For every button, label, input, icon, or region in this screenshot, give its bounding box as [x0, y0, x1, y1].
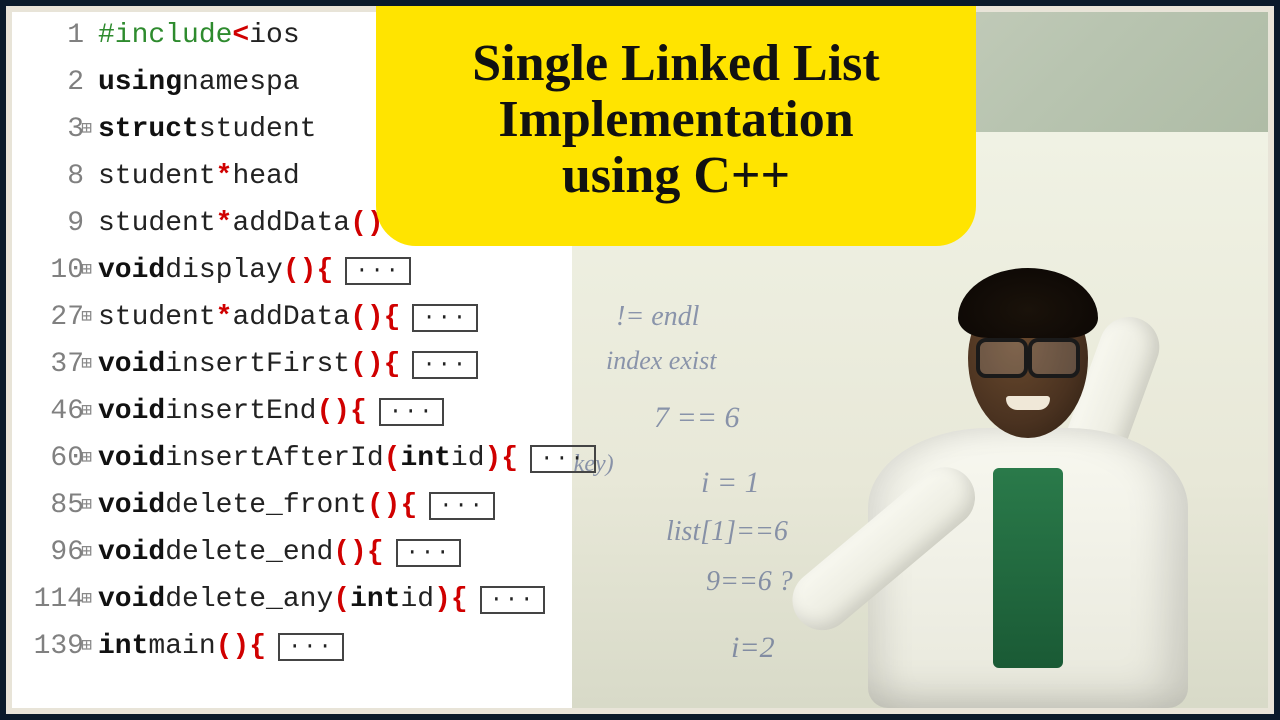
code-content: student * addData() — [90, 200, 384, 247]
line-number: 85⊞ — [12, 482, 90, 529]
code-content: #include <ios — [90, 12, 300, 59]
line-number: 27⊞ — [12, 294, 90, 341]
fold-toggle-icon[interactable]: ⊞ — [81, 247, 92, 294]
line-number: 96⊞ — [12, 529, 90, 576]
code-content: student * addData(){··· — [90, 294, 478, 341]
fold-ellipsis[interactable]: ··· — [412, 304, 478, 332]
fold-ellipsis[interactable]: ··· — [396, 539, 462, 567]
whiteboard-writing: list[1]==6 — [666, 516, 788, 548]
fold-toggle-icon[interactable]: ⊞ — [81, 341, 92, 388]
line-number: 46⊞ — [12, 388, 90, 435]
code-content: int main(){··· — [90, 623, 344, 670]
thumbnail-frame: != endl index exist 7 == 6 i = 1 list[1]==6 9… — [0, 0, 1280, 720]
fold-toggle-icon[interactable]: ⊞ — [81, 106, 92, 153]
fold-toggle-icon[interactable]: ⊞ — [81, 576, 92, 623]
line-number: 8 — [12, 153, 90, 200]
title-line-1: Single Linked List — [472, 36, 879, 92]
line-number: 3⊞ — [12, 106, 90, 153]
code-line[interactable]: 96⊞void delete_end(){··· — [12, 529, 572, 576]
whiteboard-writing: 9==6 ? — [706, 566, 793, 598]
line-number: 10⊞ — [12, 247, 90, 294]
code-line[interactable]: 85⊞void delete_front(){··· — [12, 482, 572, 529]
code-content: void delete_front(){··· — [90, 482, 495, 529]
line-number: 60⊞ — [12, 435, 90, 482]
fold-ellipsis[interactable]: ··· — [412, 351, 478, 379]
instructor-figure — [808, 188, 1228, 708]
whiteboard-writing: i=2 — [731, 631, 775, 665]
code-content: void delete_any(int id){··· — [90, 576, 545, 623]
fold-ellipsis[interactable]: ··· — [429, 492, 495, 520]
fold-toggle-icon[interactable]: ⊞ — [81, 435, 92, 482]
fold-ellipsis[interactable]: ··· — [480, 586, 546, 614]
code-content: void delete_end(){··· — [90, 529, 461, 576]
fold-ellipsis[interactable]: ··· — [278, 633, 344, 661]
code-content: struct student — [90, 106, 316, 153]
title-banner: Single Linked List Implementation using … — [376, 6, 976, 246]
fold-toggle-icon[interactable]: ⊞ — [81, 294, 92, 341]
title-line-3: using C++ — [562, 148, 790, 204]
fold-toggle-icon[interactable]: ⊞ — [81, 529, 92, 576]
line-number: 9 — [12, 200, 90, 247]
code-content: void insertEnd(){··· — [90, 388, 444, 435]
code-line[interactable]: 139⊞int main(){··· — [12, 623, 572, 670]
fold-toggle-icon[interactable]: ⊞ — [81, 388, 92, 435]
fold-ellipsis[interactable]: ··· — [530, 445, 596, 473]
whiteboard-writing: 7 == 6 — [654, 401, 740, 435]
fold-ellipsis[interactable]: ··· — [379, 398, 445, 426]
line-number: 2 — [12, 59, 90, 106]
whiteboard-writing: != endl — [616, 301, 699, 333]
code-line[interactable]: 60⊞void insertAfterId(int id){··· — [12, 435, 572, 482]
line-number: 139⊞ — [12, 623, 90, 670]
line-number: 37⊞ — [12, 341, 90, 388]
whiteboard-writing: i = 1 — [701, 466, 760, 500]
code-content: student *head — [90, 153, 300, 200]
fold-toggle-icon[interactable]: ⊞ — [81, 623, 92, 670]
code-line[interactable]: 27⊞student * addData(){··· — [12, 294, 572, 341]
code-line[interactable]: 46⊞void insertEnd(){··· — [12, 388, 572, 435]
code-line[interactable]: 10⊞void display(){··· — [12, 247, 572, 294]
fold-toggle-icon[interactable]: ⊞ — [81, 482, 92, 529]
code-content: void insertFirst(){··· — [90, 341, 478, 388]
code-content: void display(){··· — [90, 247, 411, 294]
fold-ellipsis[interactable]: ··· — [345, 257, 411, 285]
code-line[interactable]: 37⊞void insertFirst(){··· — [12, 341, 572, 388]
line-number: 1 — [12, 12, 90, 59]
code-line[interactable]: 114⊞void delete_any(int id){··· — [12, 576, 572, 623]
whiteboard-writing: index exist — [606, 346, 716, 376]
code-content: void insertAfterId(int id){··· — [90, 435, 596, 482]
title-line-2: Implementation — [498, 92, 853, 148]
line-number: 114⊞ — [12, 576, 90, 623]
code-content: using namespa — [90, 59, 300, 106]
